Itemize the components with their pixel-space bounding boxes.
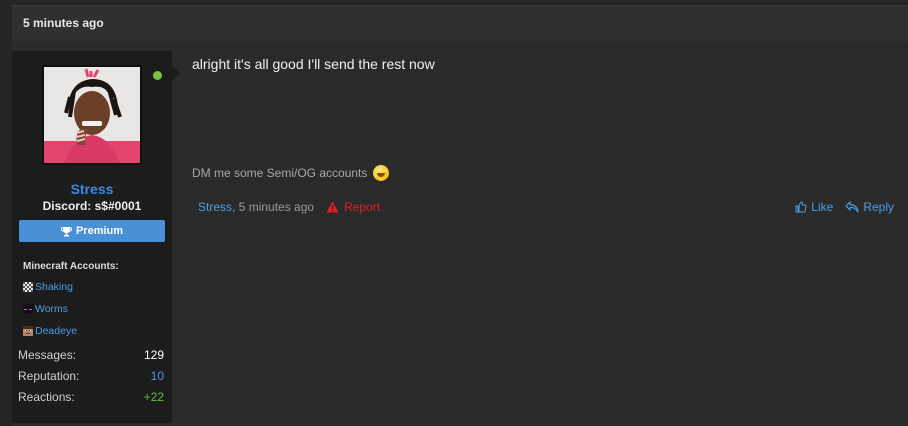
minecraft-account-name: Deadeye [35,325,78,337]
enderman-skin-icon [23,304,33,314]
premium-badge-label: Premium [75,225,124,237]
minecraft-account-link[interactable]: Shaking [23,281,73,293]
steve-skin-icon [23,326,33,336]
minecraft-account-link[interactable]: Deadeye [23,325,77,337]
sidebar-arrow [172,65,180,81]
post-meta: Stress , 5 minutes ago Report [198,200,380,214]
stat-value-reactions: +22 [143,390,164,404]
post-actions: Like Reply [795,200,894,214]
report-label: Report [344,200,381,214]
post-signature: DM me some Semi/OG accounts [192,165,390,181]
thumbs-up-icon [795,201,807,213]
reply-arrow-icon [845,201,859,213]
minecraft-account-link[interactable]: Worms [23,303,68,315]
stat-value-messages: 129 [143,348,164,362]
warning-icon [326,201,339,213]
minecraft-account-name: Worms [35,303,69,315]
premium-badge: Premium [19,220,165,242]
avatar[interactable] [42,65,142,165]
user-title: Discord: s$#0001 [42,199,142,213]
report-button[interactable]: Report [326,200,380,214]
minecraft-account-name: Shaking [35,281,73,293]
post-body: Stress Discord: s$#0001 Premium Minecraf… [12,41,908,426]
post-header: 5 minutes ago [12,5,908,42]
minecraft-accounts-heading: Minecraft Accounts: [23,261,119,272]
user-sidebar: Stress Discord: s$#0001 Premium Minecraf… [12,51,172,423]
reply-button[interactable]: Reply [845,200,894,214]
stat-label-messages: Messages: [18,348,77,362]
stat-label-reactions: Reactions: [18,390,75,404]
smiley-icon [373,165,390,181]
stat-label-reputation: Reputation: [18,369,80,383]
post-author-link[interactable]: Stress [198,200,232,214]
like-button[interactable]: Like [795,200,833,214]
avatar-image [44,67,140,163]
online-status-icon [153,71,162,80]
username-link[interactable]: Stress [12,181,172,197]
trophy-icon [60,226,72,237]
post-timestamp[interactable]: 5 minutes ago [23,16,104,30]
stat-value-reputation[interactable]: 10 [151,369,164,383]
signature-text: DM me some Semi/OG accounts [192,166,368,180]
post-time: , 5 minutes ago [232,200,315,214]
reply-label: Reply [863,200,894,214]
like-label: Like [811,200,834,214]
post-message: alright it's all good I'll send the rest… [192,56,435,72]
checker-skin-icon [23,282,33,292]
